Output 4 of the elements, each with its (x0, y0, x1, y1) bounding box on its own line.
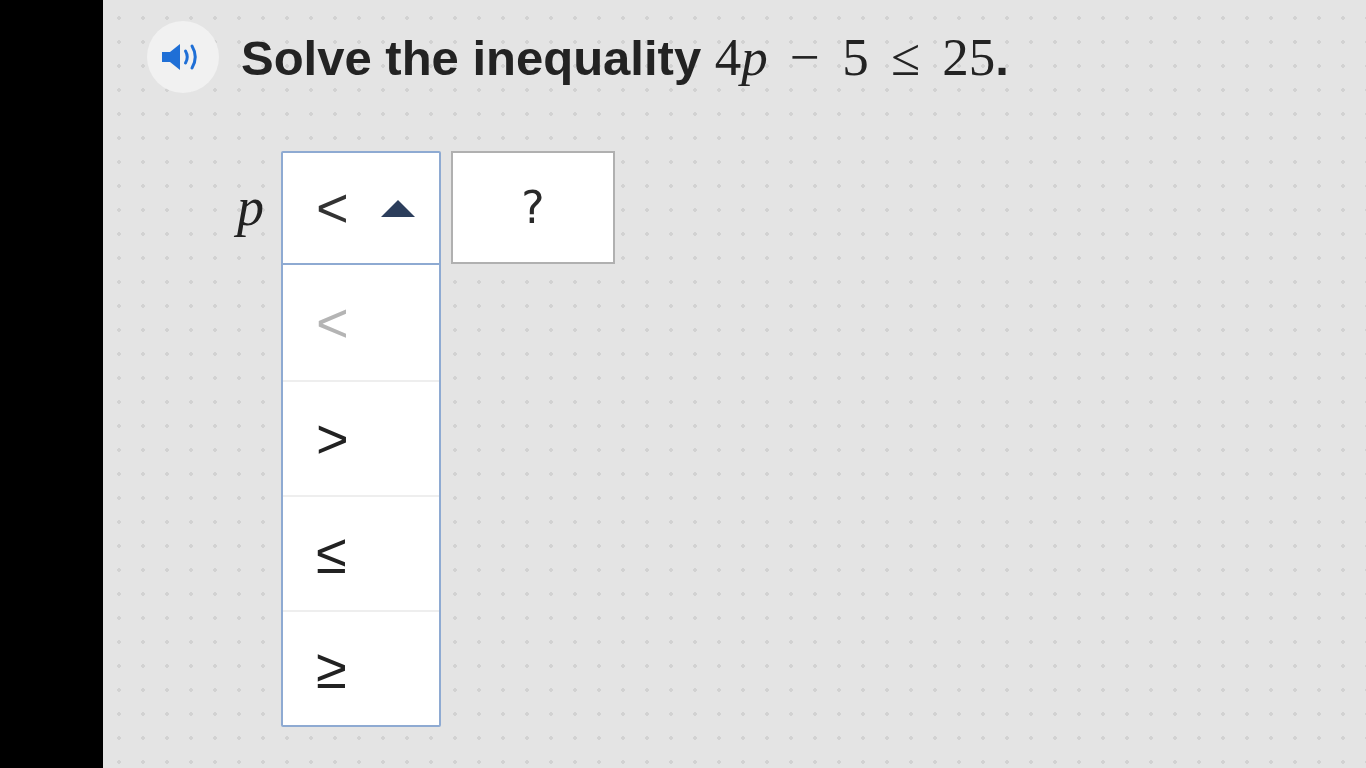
audio-button[interactable] (147, 21, 219, 93)
caret-icon (380, 199, 415, 217)
answer-field[interactable]: ? (451, 151, 615, 264)
question-text: Solve the inequality 4p − 5 ≤ 25. (241, 27, 1009, 87)
